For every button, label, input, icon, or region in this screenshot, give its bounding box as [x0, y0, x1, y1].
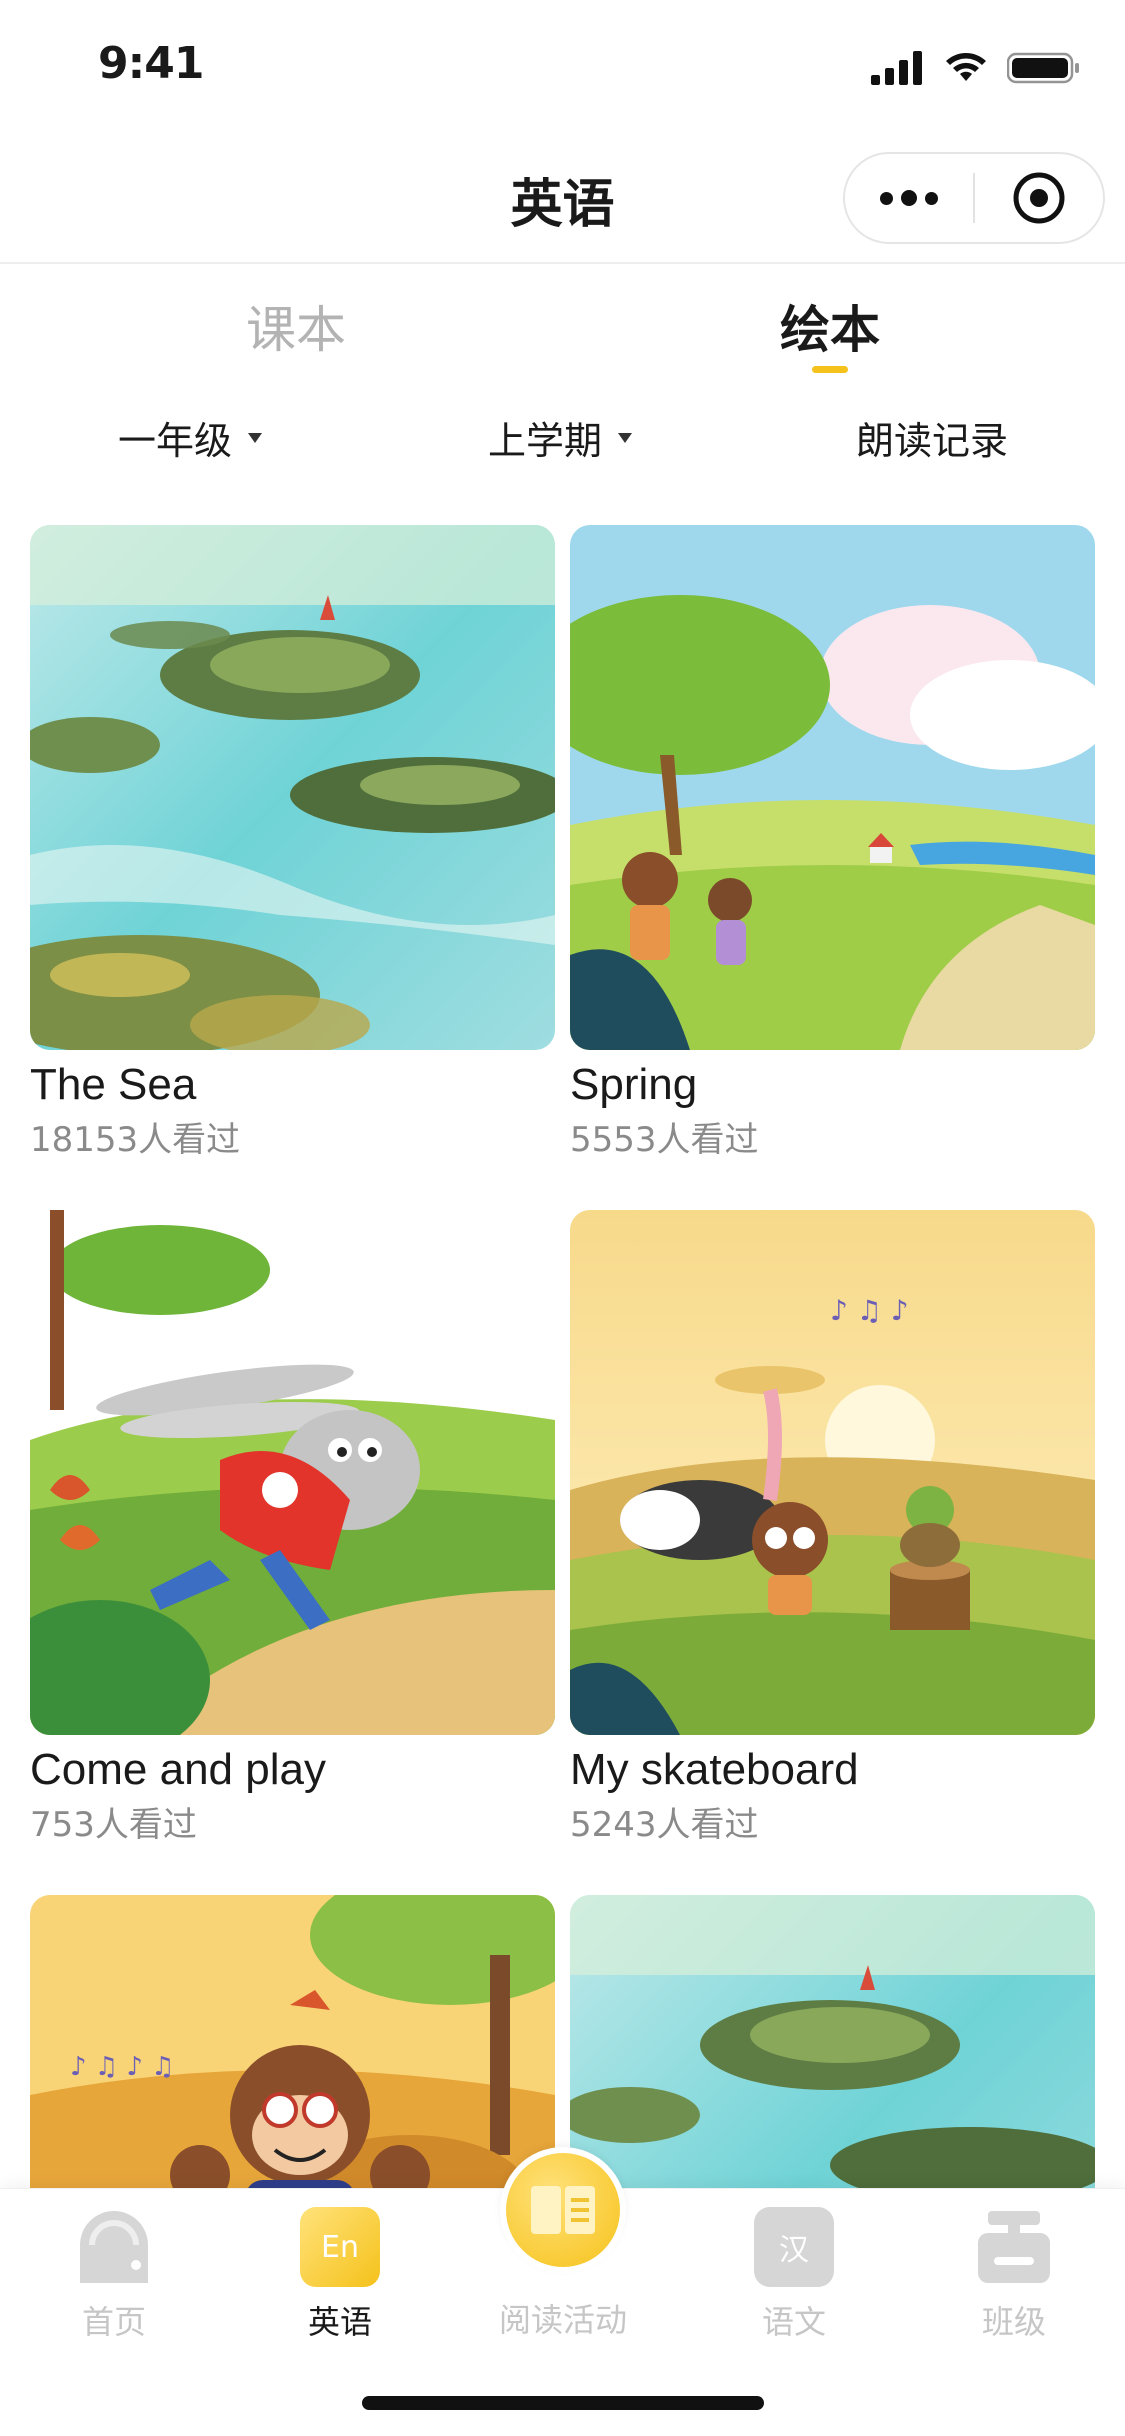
tab-home[interactable]: 首页	[24, 2207, 204, 2343]
book-views: 5553人看过	[570, 1120, 759, 1160]
tab-label: 英语	[307, 2303, 372, 2341]
reading-record-label: 朗读记录	[856, 419, 1009, 463]
status-icons	[871, 46, 1081, 90]
status-bar: 9:41	[0, 0, 1125, 132]
filter-bar: 一年级 上学期 朗读记录	[0, 410, 1125, 470]
book-title: Spring	[570, 1060, 698, 1109]
tab-picturebook[interactable]: 绘本	[680, 290, 980, 362]
grade-label: 一年级	[118, 419, 233, 463]
book-card-come-and-play[interactable]: Come and play 753人看过	[30, 1210, 555, 1846]
rabbit-cover	[30, 1210, 555, 1735]
book-card-the-sea[interactable]: The Sea 18153人看过	[30, 525, 555, 1161]
tab-textbook[interactable]: 课本	[146, 290, 446, 362]
reading-record-link[interactable]: 朗读记录	[856, 410, 1008, 465]
book-icon	[506, 2153, 620, 2267]
book-card-spring[interactable]: Spring 5553人看过	[570, 525, 1095, 1161]
english-icon-text: En	[321, 2229, 359, 2265]
tab-label: 语文	[761, 2303, 826, 2341]
nav-bar: 英语	[0, 132, 1125, 264]
book-views: 5243人看过	[570, 1805, 759, 1845]
tab-label: 班级	[981, 2303, 1046, 2341]
signal-icon	[871, 51, 922, 85]
english-icon: En	[300, 2207, 380, 2287]
home-icon	[74, 2207, 154, 2287]
close-target-icon[interactable]	[975, 154, 1103, 242]
svg-text:♪ ♫ ♪ ♫: ♪ ♫ ♪ ♫	[70, 2052, 175, 2082]
book-card-my-skateboard[interactable]: ♪ ♫ ♪ My skateboard 5243人看过	[570, 1210, 1095, 1846]
term-dropdown[interactable]: 上学期	[488, 410, 633, 465]
caret-down-icon	[618, 432, 633, 443]
tab-label: 首页	[81, 2303, 146, 2341]
caret-down-icon	[248, 432, 263, 443]
book-title: Come and play	[30, 1745, 326, 1794]
book-views: 18153人看过	[30, 1120, 241, 1160]
class-icon	[974, 2207, 1054, 2287]
home-indicator	[362, 2396, 764, 2410]
tab-chinese[interactable]: 汉 语文	[704, 2207, 884, 2343]
reading-activity-button[interactable]	[500, 2147, 626, 2273]
chinese-icon-text: 汉	[779, 2233, 809, 2268]
term-label: 上学期	[488, 419, 603, 463]
skateboard-cover: ♪ ♫ ♪	[570, 1210, 1095, 1735]
tab-label: 阅读活动	[498, 2301, 627, 2339]
book-title: The Sea	[30, 1060, 197, 1109]
grade-dropdown[interactable]: 一年级	[118, 410, 263, 465]
sea-cover	[30, 525, 555, 1050]
tab-class[interactable]: 班级	[924, 2207, 1104, 2343]
status-time: 9:41	[98, 38, 204, 89]
content-tabs: 课本 绘本	[0, 290, 1125, 380]
tab-english[interactable]: En 英语	[250, 2207, 430, 2343]
book-title: My skateboard	[570, 1745, 859, 1794]
chinese-icon: 汉	[754, 2207, 834, 2287]
more-icon[interactable]	[845, 154, 973, 242]
wifi-icon	[946, 53, 986, 81]
battery-icon	[1007, 52, 1079, 84]
mini-program-capsule	[843, 152, 1105, 244]
active-tab-indicator	[812, 366, 848, 373]
svg-text:♪ ♫ ♪: ♪ ♫ ♪	[830, 1294, 909, 1327]
book-views: 753人看过	[30, 1805, 197, 1845]
spring-cover	[570, 525, 1095, 1050]
